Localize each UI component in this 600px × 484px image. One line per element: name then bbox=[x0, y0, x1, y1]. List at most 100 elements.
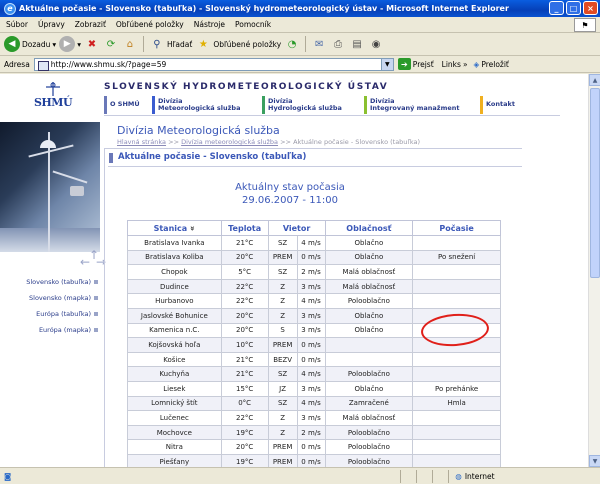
header-temperature[interactable]: Teplota bbox=[220, 220, 269, 236]
back-dropdown-icon[interactable]: ▾ bbox=[52, 40, 56, 49]
mail-icon[interactable]: ✉ bbox=[311, 36, 327, 52]
cell-station: Chopok bbox=[127, 264, 222, 280]
forward-button[interactable]: ▶ ▾ bbox=[59, 36, 81, 52]
close-button[interactable]: × bbox=[583, 1, 598, 15]
toolbar-separator bbox=[305, 36, 307, 52]
cell-weather: Po snežení bbox=[412, 249, 501, 266]
menu-edit[interactable]: Úpravy bbox=[38, 20, 65, 29]
nav-divider bbox=[104, 115, 560, 116]
side-link-europe-table[interactable]: Európa (tabuľka) bbox=[0, 306, 100, 322]
menu-file[interactable]: Súbor bbox=[6, 20, 28, 29]
favorites-button[interactable]: ★ Obľúbené položky bbox=[195, 36, 281, 52]
links-chevron-icon[interactable]: » bbox=[463, 60, 468, 69]
cell-cloudiness: Oblačno bbox=[324, 307, 414, 324]
cell-weather bbox=[412, 264, 501, 280]
search-label: Hľadať bbox=[166, 39, 193, 49]
table-row: Bratislava Koliba 20°C PREM 0 m/s Oblačno Po … bbox=[127, 249, 501, 266]
header-weather[interactable]: Počasie bbox=[412, 220, 501, 236]
minimize-button[interactable]: _ bbox=[549, 1, 564, 15]
internet-zone-icon: ◍ bbox=[455, 471, 462, 481]
header-station[interactable]: Stanica » bbox=[127, 220, 222, 236]
maximize-button[interactable]: □ bbox=[566, 1, 581, 15]
scroll-up-icon[interactable]: ▲ bbox=[589, 74, 600, 86]
side-link-label: Slovensko (tabuľka) bbox=[26, 278, 91, 286]
messenger-icon[interactable]: ◉ bbox=[368, 36, 384, 52]
nav-contact[interactable]: Kontakt bbox=[480, 96, 520, 114]
edit-icon[interactable]: ▤ bbox=[349, 36, 365, 52]
table-row: Liesek 15°C JZ 3 m/s Oblačno Po prehánke bbox=[127, 380, 501, 397]
menu-bar: Súbor Úpravy Zobraziť Obľúbené položky N… bbox=[0, 17, 600, 33]
side-menu: Slovensko (tabuľka) Slovensko (mapka) Eu… bbox=[0, 274, 100, 338]
header-cloudiness[interactable]: Oblačnosť bbox=[324, 220, 414, 236]
menu-help[interactable]: Pomocník bbox=[235, 20, 271, 29]
search-icon: ⚲ bbox=[153, 38, 161, 50]
section-divider bbox=[108, 166, 522, 167]
cell-wind-speed: 4 m/s bbox=[296, 366, 326, 382]
cell-temperature: 20°C bbox=[220, 322, 269, 339]
cell-weather bbox=[412, 410, 501, 426]
window-titlebar: e Aktuálne počasie - Slovensko (tabuľka)… bbox=[0, 0, 600, 17]
nav-about[interactable]: O SHMÚ bbox=[104, 96, 152, 114]
cell-station: Piešťany bbox=[127, 453, 222, 467]
ie-logo-icon: e bbox=[4, 2, 16, 15]
stop-icon[interactable]: ✖ bbox=[84, 36, 100, 52]
cell-temperature: 19°C bbox=[220, 453, 269, 467]
go-arrow-icon: ➔ bbox=[397, 58, 411, 70]
cell-station: Nitra bbox=[127, 439, 222, 455]
cell-weather bbox=[412, 322, 501, 339]
address-input[interactable]: http://www.shmu.sk/?page=59 ▼ bbox=[33, 57, 394, 71]
translate-icon: ◈ bbox=[473, 59, 480, 69]
nav-integrated-line2: Integrovaný manažment bbox=[370, 104, 460, 112]
menu-favorites[interactable]: Obľúbené položky bbox=[116, 20, 184, 29]
nav-meteo[interactable]: Divízia Meteorologická služba bbox=[152, 96, 262, 114]
nav-integrated[interactable]: Divízia Integrovaný manažment bbox=[364, 96, 480, 114]
go-button[interactable]: ➔ Prejsť bbox=[397, 58, 434, 70]
cell-wind-direction: PREM bbox=[267, 453, 298, 467]
address-dropdown-icon[interactable]: ▼ bbox=[380, 58, 393, 70]
cell-wind-direction: Z bbox=[267, 293, 298, 309]
links-button[interactable]: Links bbox=[442, 60, 461, 69]
scroll-thumb[interactable] bbox=[590, 88, 600, 278]
side-link-slovakia-map[interactable]: Slovensko (mapka) bbox=[0, 290, 100, 306]
weather-table: Stanica » Teplota Vietor Oblačnosť Počas… bbox=[127, 220, 501, 467]
history-icon[interactable]: ◔ bbox=[284, 36, 300, 52]
cell-wind-direction: SZ bbox=[267, 366, 298, 382]
status-text-area bbox=[11, 469, 402, 483]
vertical-scrollbar[interactable]: ▲ ▼ bbox=[588, 74, 600, 467]
table-row: Bratislava Ivanka 21°C SZ 4 m/s Oblačno bbox=[127, 235, 501, 251]
cell-temperature: 22°C bbox=[220, 278, 269, 295]
forward-dropdown-icon[interactable]: ▾ bbox=[77, 40, 81, 49]
refresh-icon[interactable]: ⟳ bbox=[103, 36, 119, 52]
cell-wind-speed: 3 m/s bbox=[296, 410, 326, 426]
table-row: Nitra 20°C PREM 0 m/s Polooblačno bbox=[127, 439, 501, 455]
cell-temperature: 0°C bbox=[220, 395, 269, 412]
toolbar-separator bbox=[142, 36, 144, 52]
menu-tools[interactable]: Nástroje bbox=[194, 20, 225, 29]
side-link-label: Európa (mapka) bbox=[38, 326, 91, 334]
cell-temperature: 21°C bbox=[220, 351, 269, 368]
cell-cloudiness bbox=[324, 337, 414, 353]
breadcrumb-home[interactable]: Hlavná stránka bbox=[117, 138, 166, 146]
breadcrumb-division[interactable]: Divízia meteorologická služba bbox=[181, 138, 278, 146]
favorites-label: Obľúbené položky bbox=[213, 39, 282, 49]
home-icon[interactable]: ⌂ bbox=[122, 36, 138, 52]
sort-icon[interactable]: » bbox=[188, 225, 197, 230]
cell-cloudiness: Polooblačno bbox=[324, 424, 414, 441]
cell-wind-speed: 0 m/s bbox=[296, 439, 326, 455]
cell-weather: Po prehánke bbox=[412, 380, 501, 397]
side-link-slovakia-table[interactable]: Slovensko (tabuľka) bbox=[0, 274, 100, 290]
translate-button[interactable]: Preložiť bbox=[481, 60, 509, 69]
cell-station: Lomnický štít bbox=[127, 395, 222, 412]
search-button[interactable]: ⚲ Hľadať bbox=[149, 36, 192, 52]
shmu-logo[interactable]: SHMÚ bbox=[28, 82, 78, 116]
nav-hydro[interactable]: Divízia Hydrologická služba bbox=[262, 96, 364, 114]
menu-view[interactable]: Zobraziť bbox=[75, 20, 106, 29]
cell-temperature: 10°C bbox=[220, 337, 269, 353]
cell-weather bbox=[412, 351, 501, 368]
cell-temperature: 21°C bbox=[220, 366, 269, 382]
header-wind[interactable]: Vietor bbox=[267, 220, 326, 236]
side-link-europe-map[interactable]: Európa (mapka) bbox=[0, 322, 100, 338]
scroll-down-icon[interactable]: ▼ bbox=[589, 455, 600, 467]
print-icon[interactable]: ⎙ bbox=[330, 36, 346, 52]
back-button[interactable]: ◀ Dozadu ▾ bbox=[4, 36, 56, 52]
